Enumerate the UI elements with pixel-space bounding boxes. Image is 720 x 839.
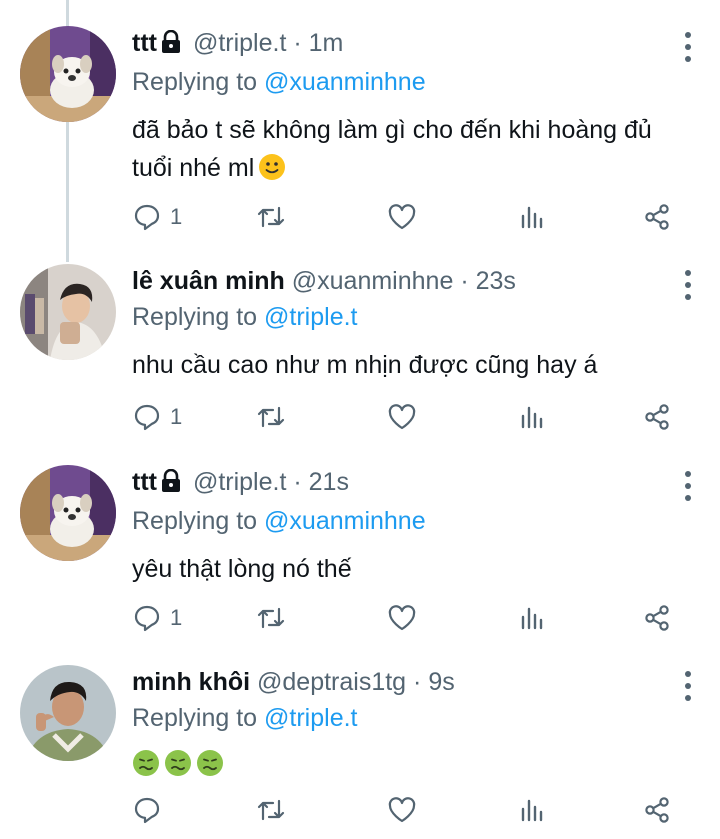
analytics-icon: [521, 607, 543, 630]
more-icon[interactable]: [682, 671, 694, 701]
retweet-button[interactable]: [256, 197, 286, 237]
replying-to-label: Replying to: [132, 303, 258, 331]
mention-link[interactable]: @xuanminhne: [264, 507, 426, 535]
more-icon[interactable]: [682, 471, 694, 501]
avatar-person-image: [20, 665, 116, 761]
reply-button[interactable]: 1: [132, 397, 182, 437]
mention-link[interactable]: @xuanminhne: [264, 68, 426, 96]
replying-to-label: Replying to: [132, 68, 258, 96]
more-icon[interactable]: [682, 270, 694, 300]
tweet-text: đã bảo t sẽ không làm gì cho đến khi hoà…: [132, 116, 652, 182]
handle[interactable]: @xuanminhne: [292, 267, 454, 295]
retweet-icon: [257, 206, 285, 228]
analytics-icon: [521, 799, 543, 822]
display-name[interactable]: lê xuân minh: [132, 267, 285, 295]
timestamp[interactable]: · 21s: [293, 468, 349, 496]
handle[interactable]: @triple.t: [193, 468, 286, 496]
tweet-actions: 1: [132, 598, 680, 638]
handle[interactable]: @deptrais1tg: [257, 668, 406, 696]
analytics-button[interactable]: [517, 197, 547, 237]
display-name[interactable]: ttt: [132, 468, 157, 496]
mention-link[interactable]: @triple.t: [264, 704, 357, 732]
like-icon: [388, 605, 416, 631]
like-button[interactable]: [387, 790, 417, 830]
handle[interactable]: @triple.t: [193, 29, 286, 57]
retweet-icon: [257, 607, 285, 629]
share-icon: [645, 404, 669, 430]
like-button[interactable]: [387, 598, 417, 638]
avatar-person-image: [20, 264, 116, 360]
timestamp[interactable]: · 9s: [413, 668, 455, 696]
reply-icon: [134, 404, 160, 431]
share-button[interactable]: [642, 790, 672, 830]
retweet-button[interactable]: [256, 790, 286, 830]
share-button[interactable]: [642, 197, 672, 237]
tweet-actions: 1: [132, 197, 680, 237]
retweet-button[interactable]: [256, 397, 286, 437]
timestamp[interactable]: · 23s: [460, 267, 516, 295]
reply-count: 1: [170, 605, 183, 630]
avatar-dog-image: [20, 465, 116, 561]
avatar[interactable]: [20, 26, 116, 122]
share-icon: [645, 797, 669, 823]
replying-to-label: Replying to: [132, 507, 258, 535]
retweet-icon: [257, 799, 285, 821]
analytics-button[interactable]: [517, 790, 547, 830]
reply-icon: [134, 797, 160, 824]
lock-icon: [160, 468, 182, 502]
avatar[interactable]: [20, 465, 116, 561]
reply-button[interactable]: 1: [132, 598, 182, 638]
like-button[interactable]: [387, 397, 417, 437]
avatar[interactable]: [20, 665, 116, 761]
share-icon: [645, 605, 669, 631]
analytics-icon: [521, 406, 543, 429]
reply-icon: [134, 605, 160, 632]
like-icon: [388, 797, 416, 823]
share-button[interactable]: [642, 598, 672, 638]
share-button[interactable]: [642, 397, 672, 437]
like-icon: [388, 404, 416, 430]
timestamp[interactable]: · 1m: [293, 29, 343, 57]
like-button[interactable]: [387, 197, 417, 237]
mention-link[interactable]: @triple.t: [264, 303, 357, 331]
tweet-text: yêu thật lòng nó thế: [132, 555, 352, 583]
retweet-icon: [257, 406, 285, 428]
analytics-button[interactable]: [517, 397, 547, 437]
lock-icon: [160, 29, 182, 63]
reply-count: 1: [170, 204, 183, 229]
nauseated-face-emoji: [164, 749, 192, 788]
reply-icon: [134, 204, 160, 231]
reply-button[interactable]: 1: [132, 197, 182, 237]
reply-button[interactable]: [132, 790, 170, 830]
tweet-actions: [132, 790, 680, 830]
display-name[interactable]: ttt: [132, 29, 157, 57]
slightly-smiling-face-emoji: [258, 153, 286, 192]
avatar[interactable]: [20, 264, 116, 360]
replying-to-label: Replying to: [132, 704, 258, 732]
nauseated-face-emoji: [132, 749, 160, 788]
nauseated-face-emoji: [196, 749, 224, 788]
analytics-button[interactable]: [517, 598, 547, 638]
analytics-icon: [521, 206, 543, 229]
share-icon: [645, 204, 669, 230]
tweet-actions: 1: [132, 397, 680, 437]
retweet-button[interactable]: [256, 598, 286, 638]
more-icon[interactable]: [682, 32, 694, 62]
avatar-dog-image: [20, 26, 116, 122]
display-name[interactable]: minh khôi: [132, 668, 250, 696]
like-icon: [388, 204, 416, 230]
reply-count: 1: [170, 404, 183, 429]
tweet-text: nhu cầu cao như m nhịn được cũng hay á: [132, 351, 598, 379]
